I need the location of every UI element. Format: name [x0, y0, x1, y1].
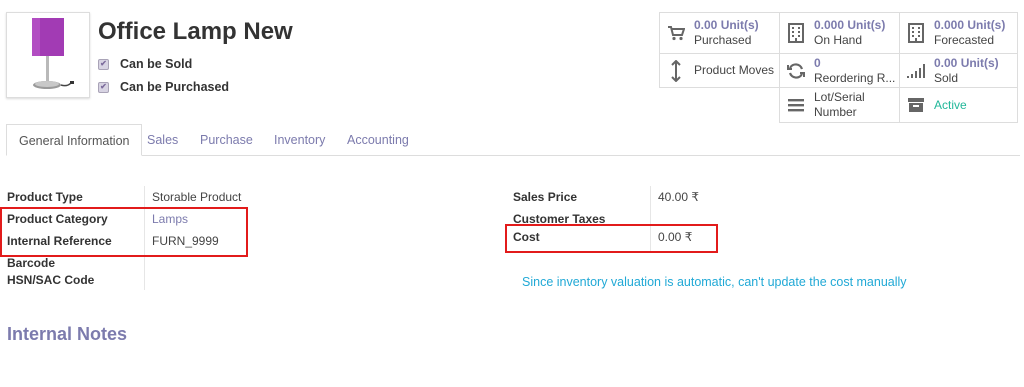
valuation-info-text: Since inventory valuation is automatic, … [522, 275, 907, 289]
signal-bars-icon [906, 63, 926, 79]
sold-value: 0.00 Unit(s) [934, 55, 999, 70]
building-icon [786, 23, 806, 43]
purchased-button[interactable]: 0.00 Unit(s) Purchased [659, 12, 780, 54]
sales-price-label: Sales Price [513, 190, 578, 204]
product-moves-button[interactable]: Product Moves [659, 53, 780, 88]
reordering-rules-button[interactable]: 0 Reordering R... [779, 53, 900, 88]
refresh-icon [786, 62, 806, 80]
product-name[interactable]: Office Lamp New [98, 18, 293, 46]
highlight-box-cost [505, 224, 718, 253]
notebook-tabs: General Information Sales Purchase Inven… [6, 124, 1020, 156]
shopping-cart-icon [666, 25, 686, 41]
hsn-sac-code-label: HSN/SAC Code [7, 273, 95, 287]
purchased-value: 0.00 Unit(s) [694, 18, 759, 32]
reordering-label: Reordering R... [814, 70, 896, 85]
sales-price-value[interactable]: 40.00 ₹ [658, 190, 699, 204]
product-type-value[interactable]: Storable Product [152, 190, 241, 204]
lamp-image [32, 18, 74, 89]
lot-serial-label-line2: Number [814, 105, 857, 119]
sold-button[interactable]: 0.00 Unit(s) Sold [899, 53, 1018, 88]
tab-sales[interactable]: Sales [147, 124, 178, 156]
internal-notes-heading: Internal Notes [7, 324, 128, 344]
checkbox-checked-icon[interactable]: ✔ [98, 81, 109, 93]
forecasted-value: 0.000 Unit(s) [934, 18, 1006, 32]
can-be-purchased-label: Can be Purchased [120, 80, 230, 94]
reordering-value: 0 [814, 55, 821, 70]
tab-inventory[interactable]: Inventory [274, 124, 325, 156]
product-image[interactable] [6, 12, 90, 98]
tab-purchase[interactable]: Purchase [200, 124, 253, 156]
can-be-sold-label: Can be Sold [120, 57, 193, 71]
highlight-box-category-reference [0, 207, 248, 257]
can-be-sold-checkbox[interactable]: ✔ Can be Sold [98, 57, 192, 71]
on-hand-value: 0.000 Unit(s) [814, 18, 886, 32]
building-icon [906, 23, 926, 43]
active-label: Active [934, 97, 967, 112]
product-type-label: Product Type [7, 190, 83, 204]
on-hand-label: On Hand [814, 33, 863, 47]
forecasted-button[interactable]: 0.000 Unit(s) Forecasted [899, 12, 1018, 54]
stat-buttons: 0.00 Unit(s) Purchased 0.000 Unit(s) On Ha… [659, 12, 1018, 123]
can-be-purchased-checkbox[interactable]: ✔ Can be Purchased [98, 80, 229, 94]
lot-serial-button[interactable]: Lot/Serial Number [779, 87, 900, 123]
tab-general-information[interactable]: General Information [6, 124, 143, 156]
forecasted-label: Forecasted [934, 33, 995, 47]
purchased-label: Purchased [694, 33, 752, 47]
archive-icon [906, 97, 926, 113]
lot-serial-label-line1: Lot/Serial [814, 90, 865, 104]
sold-label: Sold [934, 70, 959, 85]
product-moves-label: Product Moves [694, 63, 775, 77]
arrows-vertical-icon [666, 59, 686, 82]
active-toggle-button[interactable]: Active [899, 87, 1018, 123]
checkbox-checked-icon[interactable]: ✔ [98, 58, 109, 70]
tab-accounting[interactable]: Accounting [347, 124, 409, 156]
barcode-label: Barcode [7, 256, 56, 270]
on-hand-button[interactable]: 0.000 Unit(s) On Hand [779, 12, 900, 54]
list-icon [786, 97, 806, 113]
